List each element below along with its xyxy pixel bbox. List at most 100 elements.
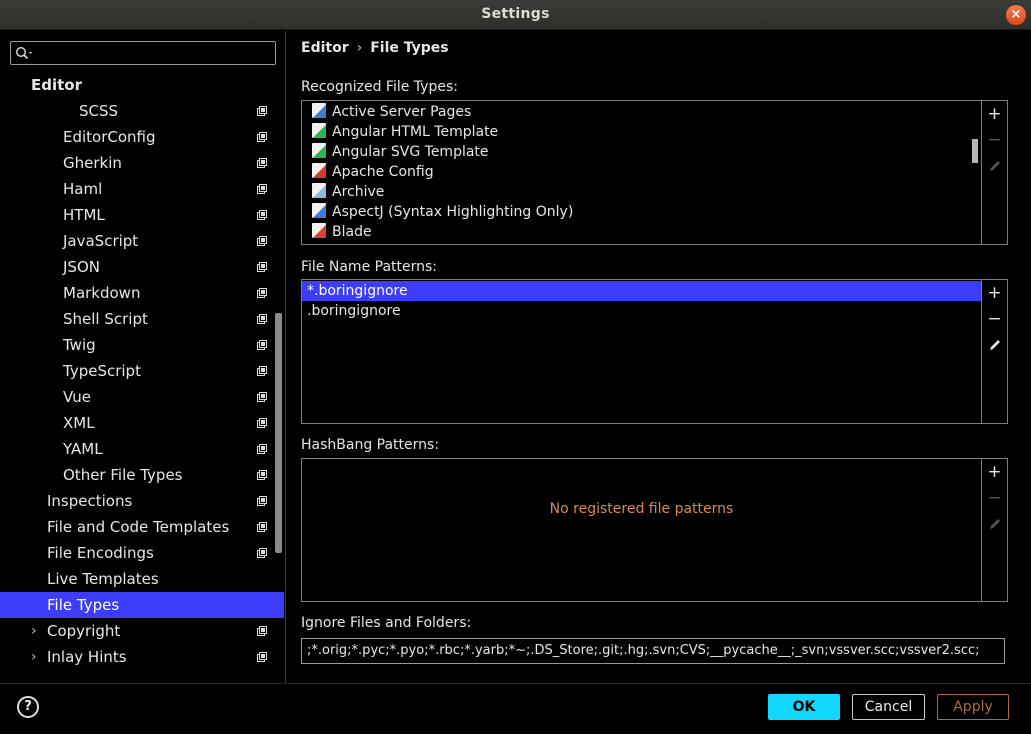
- sidebar-item-inspections[interactable]: Inspections: [0, 488, 284, 514]
- sidebar-item-typescript[interactable]: TypeScript: [0, 358, 284, 384]
- file-type-label: Angular SVG Template: [332, 144, 489, 160]
- blade-icon: [312, 223, 326, 238]
- file-type-label: AspectJ (Syntax Highlighting Only): [332, 204, 574, 220]
- project-settings-icon: [257, 340, 267, 350]
- help-icon[interactable]: ?: [17, 696, 39, 718]
- sidebar-scrollbar[interactable]: [275, 313, 282, 553]
- empty-state-text: No registered file patterns: [549, 501, 734, 517]
- file-type-row[interactable]: Angular HTML Template: [302, 122, 981, 142]
- project-settings-icon: [257, 496, 267, 506]
- file-type-row[interactable]: Archive: [302, 182, 981, 202]
- file-type-row[interactable]: Angular SVG Template: [302, 142, 981, 162]
- sidebar-item-yaml[interactable]: YAML: [0, 436, 284, 462]
- sidebar-item-label: Gherkin: [63, 154, 122, 172]
- sidebar-item-label: Markdown: [63, 284, 141, 302]
- pattern-row[interactable]: .boringignore: [302, 301, 981, 321]
- sidebar-item-file-and-code-templates[interactable]: File and Code Templates: [0, 514, 284, 540]
- sidebar-item-label: File Types: [47, 596, 120, 614]
- sidebar-item-editorconfig[interactable]: EditorConfig: [0, 124, 284, 150]
- sidebar-item-other-file-types[interactable]: Other File Types: [0, 462, 284, 488]
- angular-html-icon: [312, 123, 326, 138]
- tree-section-editor[interactable]: Editor: [0, 72, 284, 98]
- search-input[interactable]: [10, 41, 276, 65]
- apply-button[interactable]: Apply: [937, 694, 1009, 720]
- remove-file-type-button[interactable]: −: [982, 129, 1007, 151]
- project-settings-icon: [257, 652, 267, 662]
- sidebar-item-label: EditorConfig: [63, 128, 156, 146]
- title-bar: Settings ×: [0, 0, 1031, 30]
- sidebar-item-twig[interactable]: Twig: [0, 332, 284, 358]
- cancel-button[interactable]: Cancel: [852, 694, 925, 720]
- sidebar-item-json[interactable]: JSON: [0, 254, 284, 280]
- sidebar-item-label: Live Templates: [47, 570, 159, 588]
- project-settings-icon: [257, 418, 267, 428]
- sidebar-item-file-encodings[interactable]: File Encodings: [0, 540, 284, 566]
- search-icon: [15, 46, 32, 60]
- project-settings-icon: [257, 106, 267, 116]
- sidebar-item-label: HTML: [63, 206, 105, 224]
- remove-hashbang-button[interactable]: −: [982, 487, 1007, 509]
- project-settings-icon: [257, 288, 267, 298]
- sidebar-item-label: Twig: [63, 336, 96, 354]
- sidebar-item-label: TypeScript: [63, 362, 141, 380]
- sidebar-item-html[interactable]: HTML: [0, 202, 284, 228]
- add-file-type-button[interactable]: +: [982, 103, 1007, 125]
- close-icon[interactable]: ×: [1006, 5, 1026, 25]
- ok-button[interactable]: OK: [768, 694, 840, 720]
- window-title: Settings: [481, 6, 550, 22]
- sidebar-item-vue[interactable]: Vue: [0, 384, 284, 410]
- asp-file-icon: [312, 103, 326, 118]
- chevron-right-icon[interactable]: ›: [31, 618, 37, 644]
- edit-pattern-button[interactable]: [982, 334, 1007, 356]
- project-settings-icon: [257, 314, 267, 324]
- sidebar-item-label: Inspections: [47, 492, 133, 510]
- sidebar-item-scss[interactable]: SCSS: [0, 98, 284, 124]
- pattern-row[interactable]: *.boringignore: [302, 281, 981, 301]
- project-settings-icon: [257, 522, 267, 532]
- sidebar-item-file-types[interactable]: File Types: [0, 592, 284, 618]
- sidebar-item-label: Shell Script: [63, 310, 148, 328]
- sidebar-item-xml[interactable]: XML: [0, 410, 284, 436]
- project-settings-icon: [257, 392, 267, 402]
- sidebar-item-live-templates[interactable]: Live Templates: [0, 566, 284, 592]
- angular-svg-icon: [312, 143, 326, 158]
- add-hashbang-button[interactable]: +: [982, 461, 1007, 483]
- sidebar-item-copyright[interactable]: › Copyright: [0, 618, 284, 644]
- sidebar-item-label: YAML: [63, 440, 103, 458]
- breadcrumb-parent[interactable]: Editor: [301, 40, 349, 56]
- ignore-files-input[interactable]: ;*.orig;*.pyc;*.pyo;*.rbc;*.yarb;*~;.DS_…: [301, 638, 1005, 664]
- project-settings-icon: [257, 366, 267, 376]
- recognized-scrollbar[interactable]: [972, 139, 978, 163]
- project-settings-icon: [257, 470, 267, 480]
- sidebar-item-label: Haml: [63, 180, 103, 198]
- file-type-label: Apache Config: [332, 164, 434, 180]
- pencil-icon: [989, 340, 1000, 350]
- project-settings-icon: [257, 158, 267, 168]
- edit-file-type-button[interactable]: [982, 155, 1007, 177]
- file-type-row[interactable]: Active Server Pages: [302, 102, 981, 122]
- file-type-row[interactable]: AspectJ (Syntax Highlighting Only): [302, 202, 981, 222]
- sidebar-item-label: File Encodings: [47, 544, 154, 562]
- file-type-row[interactable]: Apache Config: [302, 162, 981, 182]
- sidebar-item-label: Copyright: [47, 622, 121, 640]
- add-pattern-button[interactable]: +: [982, 282, 1007, 304]
- sidebar-item-label: Vue: [63, 388, 91, 406]
- project-settings-icon: [257, 262, 267, 272]
- sidebar-item-gherkin[interactable]: Gherkin: [0, 150, 284, 176]
- remove-pattern-button[interactable]: −: [982, 308, 1007, 330]
- file-type-label: Active Server Pages: [332, 104, 472, 120]
- sidebar-item-markdown[interactable]: Markdown: [0, 280, 284, 306]
- sidebar-item-inlay-hints[interactable]: › Inlay Hints: [0, 644, 284, 670]
- chevron-right-icon[interactable]: ›: [31, 644, 37, 670]
- file-types-panel: Editor › File Types Recognized File Types:…: [287, 31, 1031, 683]
- aspectj-icon: [312, 203, 326, 218]
- sidebar-item-shell-script[interactable]: Shell Script: [0, 306, 284, 332]
- dialog-footer: ? OK Cancel Apply: [0, 683, 1031, 734]
- sidebar-item-haml[interactable]: Haml: [0, 176, 284, 202]
- sidebar-item-label: XML: [63, 414, 95, 432]
- file-type-row[interactable]: Blade: [302, 222, 981, 242]
- sidebar-item-javascript[interactable]: JavaScript: [0, 228, 284, 254]
- pencil-icon: [989, 519, 1000, 529]
- edit-hashbang-button[interactable]: [982, 513, 1007, 535]
- ignore-label: Ignore Files and Folders:: [301, 615, 472, 631]
